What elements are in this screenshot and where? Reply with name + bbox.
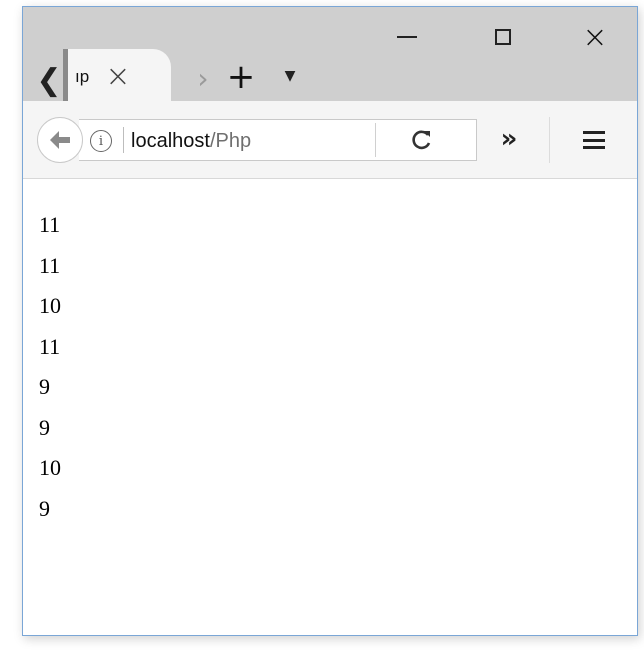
reload-arrow-icon (412, 130, 431, 150)
tab-list-dropdown-icon[interactable]: ▼ (281, 67, 299, 85)
tab-strip: ❮ ıp × › + ▼ × (23, 7, 637, 101)
info-icon[interactable]: i (90, 130, 112, 152)
minimize-button[interactable] (377, 19, 437, 55)
menu-divider (549, 117, 550, 163)
back-arrow-icon (50, 131, 70, 149)
url-divider (123, 127, 124, 153)
hamburger-menu-icon[interactable] (583, 131, 605, 149)
url-text[interactable]: localhost/PhpIr (131, 129, 251, 153)
maximize-icon (495, 29, 511, 45)
tab-edge (63, 49, 68, 101)
navigation-toolbar: i localhost/PhpIr » (23, 101, 637, 179)
output-line: 11 (39, 252, 61, 278)
output-line: 11 (39, 212, 61, 237)
output-line: 9 (39, 414, 50, 440)
output-line: 10 (39, 455, 61, 480)
output-line: 9 (39, 495, 50, 521)
tab-scroll-left-icon[interactable]: ❮ (35, 59, 63, 101)
back-button[interactable] (37, 117, 83, 163)
browser-window: ❮ ıp × › + ▼ × i localhost/PhpIr (22, 6, 638, 636)
tab-title[interactable]: ıp (75, 67, 89, 87)
tab-scroll-right-icon[interactable]: › (191, 61, 215, 95)
maximize-button[interactable] (473, 19, 533, 55)
menu-line (583, 131, 605, 134)
page-content: 11 11 10 11 9 9 10 9 (23, 179, 637, 635)
output-line: 11 (39, 333, 61, 359)
url-host: localhost (131, 130, 210, 152)
output-line: 10 (39, 293, 61, 318)
minimize-icon (397, 36, 417, 38)
output-lines: 11 11 10 11 9 9 10 9 (39, 205, 61, 529)
overflow-chevrons-icon[interactable]: » (495, 124, 523, 154)
close-window-button[interactable]: × (565, 19, 625, 55)
output-line: 9 (39, 374, 50, 399)
menu-line (583, 138, 605, 142)
reload-icon[interactable] (409, 127, 435, 153)
new-tab-button[interactable]: + (223, 57, 259, 97)
menu-line (583, 146, 605, 149)
tab-close-icon[interactable]: × (101, 59, 135, 94)
url-divider-right (375, 123, 376, 157)
url-path: /PhpIr (209, 130, 251, 152)
